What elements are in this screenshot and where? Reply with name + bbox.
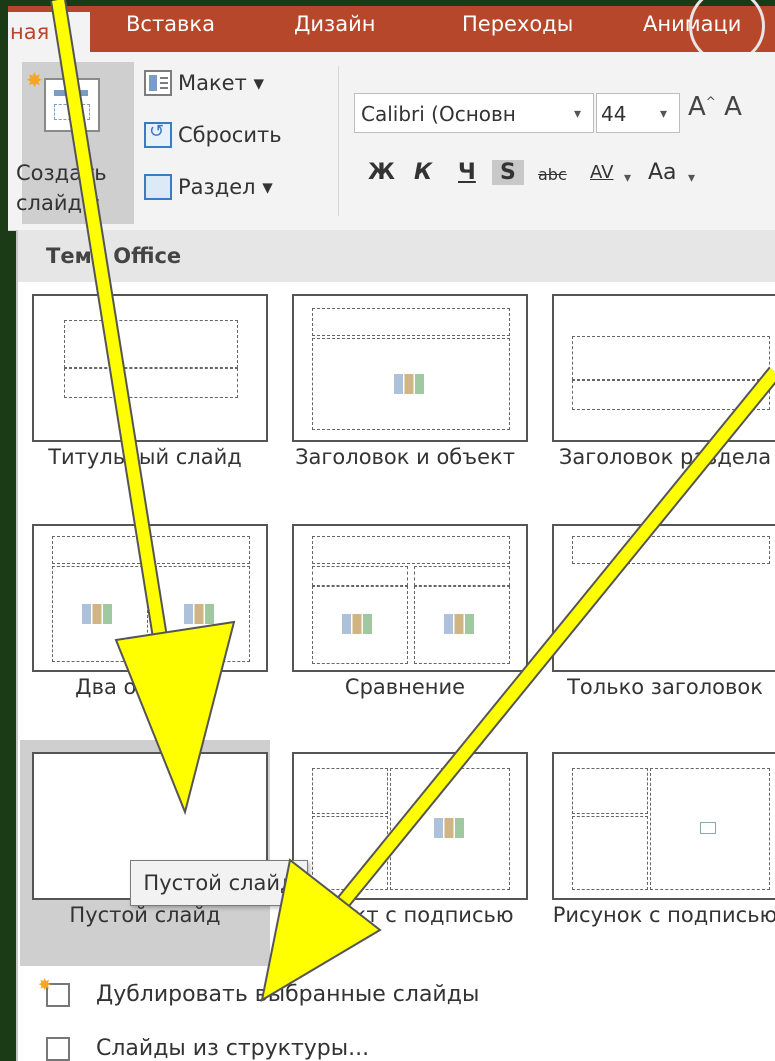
arrow-to-duplicate-slides: [260, 366, 775, 1003]
window-frame: ная Вставка Дизайн Переходы Анимаци ✸ Со…: [0, 0, 775, 1061]
annotation-arrows: [50, 0, 775, 1003]
arrow-to-blank-layout: [50, 0, 236, 816]
